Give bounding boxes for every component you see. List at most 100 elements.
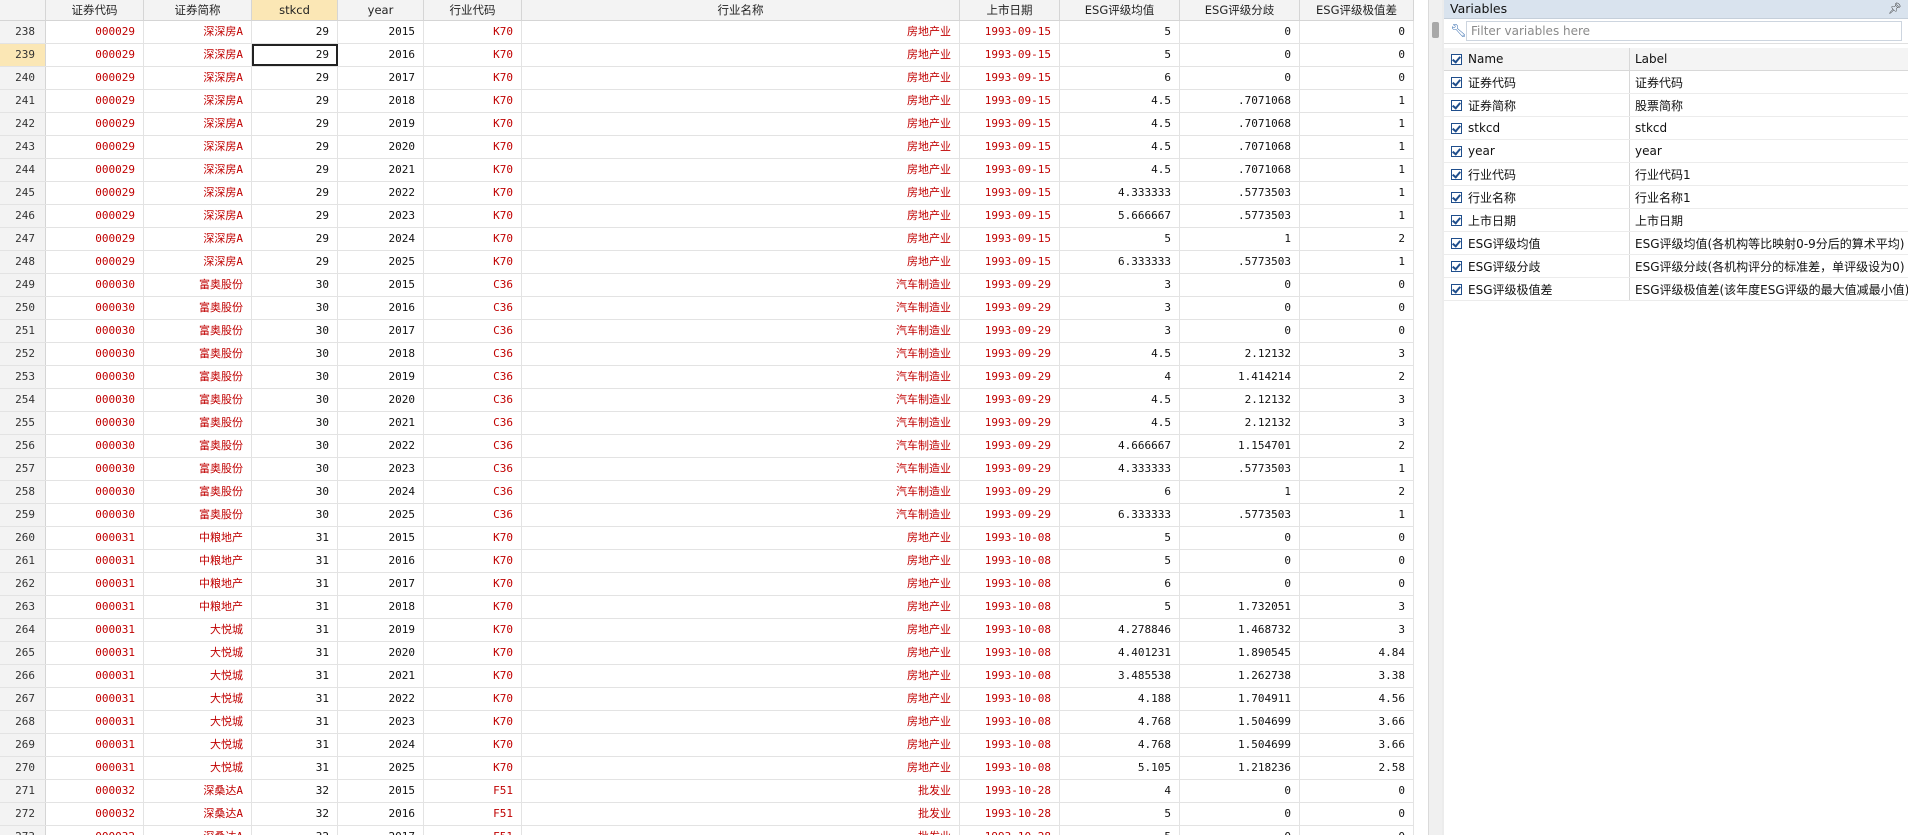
cell-listdate[interactable]: 1993-10-08 <box>960 688 1060 710</box>
cell-year[interactable]: 2021 <box>338 665 424 687</box>
cell-esgrange[interactable]: 1 <box>1300 182 1414 204</box>
cell-esgrange[interactable]: 3 <box>1300 412 1414 434</box>
cell-indcode[interactable]: F51 <box>424 826 522 835</box>
row-number[interactable]: 243 <box>0 136 46 158</box>
cell-esgmean[interactable]: 6.333333 <box>1060 504 1180 526</box>
cell-listdate[interactable]: 1993-09-15 <box>960 90 1060 112</box>
cell-indcode[interactable]: K70 <box>424 136 522 158</box>
cell-esgrange[interactable]: 1 <box>1300 90 1414 112</box>
cell-listdate[interactable]: 1993-09-29 <box>960 504 1060 526</box>
cell-esgrange[interactable]: 0 <box>1300 527 1414 549</box>
cell-esgrange[interactable]: 2 <box>1300 366 1414 388</box>
cell-esgdiv[interactable]: .5773503 <box>1180 251 1300 273</box>
cell-listdate[interactable]: 1993-10-08 <box>960 619 1060 641</box>
cell-esgmean[interactable]: 3.485538 <box>1060 665 1180 687</box>
cell-year[interactable]: 2022 <box>338 688 424 710</box>
row-number[interactable]: 261 <box>0 550 46 572</box>
cell-esgmean[interactable]: 5.105 <box>1060 757 1180 779</box>
cell-code[interactable]: 000031 <box>46 642 144 664</box>
cell-year[interactable]: 2021 <box>338 412 424 434</box>
variable-checkbox[interactable] <box>1451 99 1462 111</box>
cell-name[interactable]: 深桑达A <box>144 826 252 835</box>
cell-indname[interactable]: 汽车制造业 <box>522 366 960 388</box>
cell-esgrange[interactable]: 1 <box>1300 159 1414 181</box>
cell-esgdiv[interactable]: 1.154701 <box>1180 435 1300 457</box>
cell-esgdiv[interactable]: 1 <box>1180 228 1300 250</box>
cell-name[interactable]: 大悦城 <box>144 711 252 733</box>
cell-esgdiv[interactable]: 1.218236 <box>1180 757 1300 779</box>
row-number[interactable]: 266 <box>0 665 46 687</box>
cell-stkcd[interactable]: 29 <box>252 113 338 135</box>
cell-esgmean[interactable]: 4 <box>1060 780 1180 802</box>
cell-year[interactable]: 2015 <box>338 780 424 802</box>
cell-code[interactable]: 000030 <box>46 435 144 457</box>
cell-code[interactable]: 000030 <box>46 458 144 480</box>
cell-indcode[interactable]: K70 <box>424 619 522 641</box>
variable-row[interactable]: 上市日期 上市日期 <box>1444 209 1908 232</box>
cell-listdate[interactable]: 1993-10-28 <box>960 826 1060 835</box>
cell-stkcd[interactable]: 29 <box>252 182 338 204</box>
cell-name[interactable]: 大悦城 <box>144 757 252 779</box>
cell-indname[interactable]: 房地产业 <box>522 90 960 112</box>
cell-name[interactable]: 富奥股份 <box>144 389 252 411</box>
column-header-indname[interactable]: 行业名称 <box>522 0 960 20</box>
cell-esgrange[interactable]: 1 <box>1300 136 1414 158</box>
cell-esgdiv[interactable]: 1.732051 <box>1180 596 1300 618</box>
cell-listdate[interactable]: 1993-09-29 <box>960 366 1060 388</box>
cell-year[interactable]: 2015 <box>338 21 424 43</box>
cell-stkcd[interactable]: 31 <box>252 688 338 710</box>
cell-esgrange[interactable]: 3.38 <box>1300 665 1414 687</box>
cell-esgrange[interactable]: 2 <box>1300 435 1414 457</box>
cell-esgrange[interactable]: 3.66 <box>1300 711 1414 733</box>
cell-code[interactable]: 000031 <box>46 665 144 687</box>
row-number[interactable]: 246 <box>0 205 46 227</box>
variable-checkbox[interactable] <box>1451 76 1462 88</box>
table-row[interactable]: 266 000031 大悦城 31 2021 K70 房地产业 1993-10-08 3.485… <box>0 665 1414 688</box>
cell-esgrange[interactable]: 1 <box>1300 205 1414 227</box>
table-row[interactable]: 246 000029 深深房A 29 2023 K70 房地产业 1993-09-15 5.66… <box>0 205 1414 228</box>
column-header-code[interactable]: 证券代码 <box>46 0 144 20</box>
cell-stkcd[interactable]: 31 <box>252 734 338 756</box>
cell-listdate[interactable]: 1993-09-29 <box>960 297 1060 319</box>
cell-esgmean[interactable]: 3 <box>1060 297 1180 319</box>
table-row[interactable]: 257 000030 富奥股份 30 2023 C36 汽车制造业 1993-09-29 4.3… <box>0 458 1414 481</box>
cell-code[interactable]: 000031 <box>46 688 144 710</box>
cell-esgmean[interactable]: 4.5 <box>1060 343 1180 365</box>
table-row[interactable]: 243 000029 深深房A 29 2020 K70 房地产业 1993-09-15 4.5.… <box>0 136 1414 159</box>
cell-name[interactable]: 富奥股份 <box>144 274 252 296</box>
cell-esgrange[interactable]: 1 <box>1300 251 1414 273</box>
cell-code[interactable]: 000029 <box>46 205 144 227</box>
cell-listdate[interactable]: 1993-09-15 <box>960 251 1060 273</box>
cell-code[interactable]: 000032 <box>46 780 144 802</box>
variable-checkbox[interactable] <box>1451 283 1462 295</box>
cell-year[interactable]: 2019 <box>338 366 424 388</box>
table-row[interactable]: 240 000029 深深房A 29 2017 K70 房地产业 1993-09-15 6 0 0 <box>0 67 1414 90</box>
table-row[interactable]: 256 000030 富奥股份 30 2022 C36 汽车制造业 1993-09-29 4.6… <box>0 435 1414 458</box>
variable-row[interactable]: ESG评级均值 ESG评级均值(各机构等比映射0-9分后的算术平均) <box>1444 232 1908 255</box>
cell-name[interactable]: 富奥股份 <box>144 481 252 503</box>
cell-code[interactable]: 000031 <box>46 550 144 572</box>
cell-listdate[interactable]: 1993-10-08 <box>960 757 1060 779</box>
cell-listdate[interactable]: 1993-10-08 <box>960 596 1060 618</box>
cell-stkcd[interactable]: 30 <box>252 389 338 411</box>
cell-esgdiv[interactable]: 0 <box>1180 803 1300 825</box>
table-row[interactable]: 273000032深桑达A322017F51批发业1993-10-28500 <box>0 826 1414 835</box>
cell-indcode[interactable]: C36 <box>424 366 522 388</box>
cell-code[interactable]: 000030 <box>46 366 144 388</box>
cell-indname[interactable]: 房地产业 <box>522 136 960 158</box>
cell-indname[interactable]: 批发业 <box>522 803 960 825</box>
variable-checkbox[interactable] <box>1451 214 1462 226</box>
cell-year[interactable]: 2020 <box>338 642 424 664</box>
table-row[interactable]: 241 000029 深深房A 29 2018 K70 房地产业 1993-09-15 4.5.… <box>0 90 1414 113</box>
cell-code[interactable]: 000029 <box>46 228 144 250</box>
cell-indname[interactable]: 汽车制造业 <box>522 435 960 457</box>
cell-esgmean[interactable]: 5 <box>1060 21 1180 43</box>
cell-indname[interactable]: 汽车制造业 <box>522 274 960 296</box>
cell-code[interactable]: 000031 <box>46 734 144 756</box>
cell-esgmean[interactable]: 4.5 <box>1060 113 1180 135</box>
table-row[interactable]: 245 000029 深深房A 29 2022 K70 房地产业 1993-09-15 4.33… <box>0 182 1414 205</box>
cell-esgdiv[interactable]: 1.262738 <box>1180 665 1300 687</box>
cell-name[interactable]: 深桑达A <box>144 803 252 825</box>
cell-indname[interactable]: 房地产业 <box>522 734 960 756</box>
cell-year[interactable]: 2017 <box>338 67 424 89</box>
